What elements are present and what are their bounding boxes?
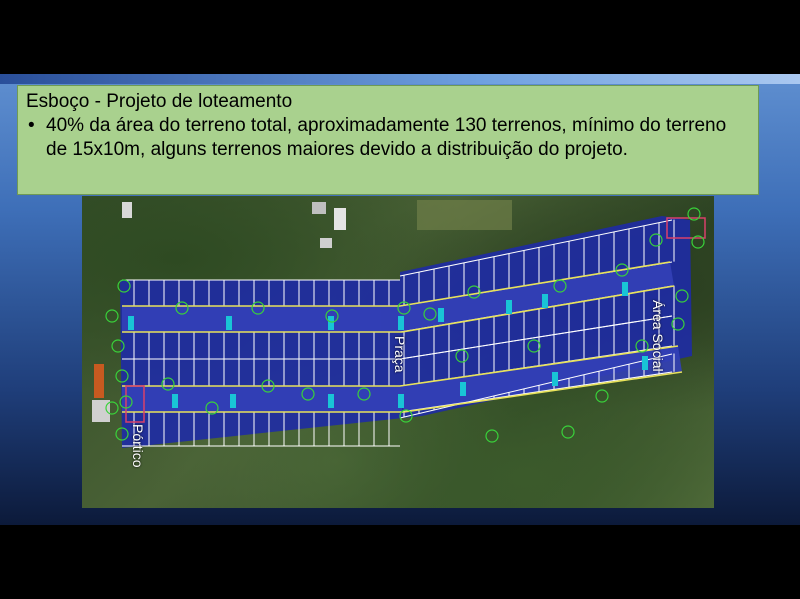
path-marker [226, 316, 232, 330]
slide-title: Esboço - Projeto de loteamento [26, 91, 293, 112]
slide-text-box: Esboço - Projeto de loteamento • 40% da … [17, 85, 759, 195]
path-marker [328, 394, 334, 408]
path-marker [128, 316, 134, 330]
portico-label: Pórtico [130, 424, 146, 468]
field [417, 200, 512, 230]
praca-label: Praça [392, 336, 408, 373]
path-marker [398, 394, 404, 408]
path-marker [328, 316, 334, 330]
tree-marker [485, 429, 499, 443]
tree-marker [595, 389, 609, 403]
path-marker [506, 300, 512, 314]
building [94, 364, 104, 398]
bullet-text: 40% da área do terreno total, aproximada… [46, 115, 727, 160]
slide-header-stripe [0, 74, 800, 84]
building [122, 202, 132, 218]
area-social-label: Área Social [650, 300, 666, 372]
bullet-item: • 40% da área do terreno total, aproxima… [26, 114, 750, 161]
building [334, 208, 346, 230]
path-marker [542, 294, 548, 308]
tree-marker [561, 425, 575, 439]
bullet-marker: • [28, 115, 35, 136]
tree-marker [105, 309, 119, 323]
path-marker [460, 382, 466, 396]
building [320, 238, 332, 248]
building [312, 202, 326, 214]
path-marker [552, 372, 558, 386]
path-marker [398, 316, 404, 330]
road [122, 306, 402, 332]
aerial-map-image: Área Social Praça Pórtico [82, 196, 714, 508]
path-marker [438, 308, 444, 322]
letterbox-bottom [0, 525, 800, 599]
path-marker [642, 356, 648, 370]
path-marker [622, 282, 628, 296]
path-marker [172, 394, 178, 408]
letterbox-top [0, 0, 800, 74]
path-marker [230, 394, 236, 408]
